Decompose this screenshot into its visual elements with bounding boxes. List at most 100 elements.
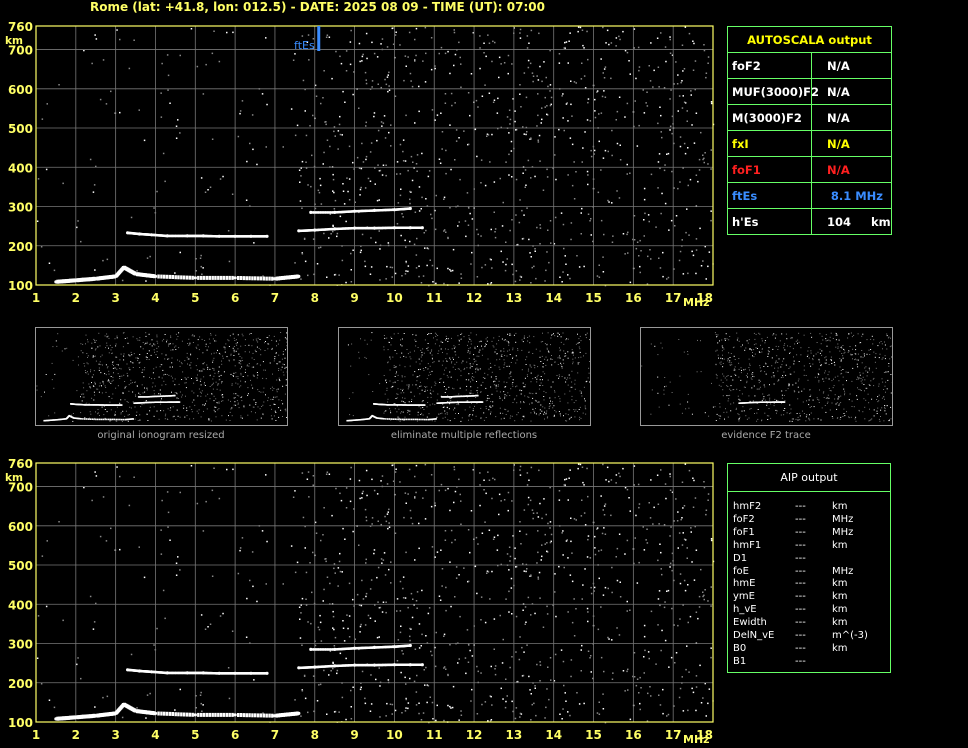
trace-point [87,418,90,420]
autoscala-value: N/A [811,156,892,183]
trace-point [228,275,231,280]
trace-point [171,712,174,716]
x-tick-label: 17 [665,291,682,305]
trace-point [477,394,479,397]
trace-point [399,418,402,421]
trace-point [182,712,186,717]
x-tick-label: 10 [386,291,403,305]
noise-layer [36,26,715,287]
trace-point [219,712,223,717]
x-tick-label: 5 [191,291,199,305]
thumbnail-eliminate [338,327,591,426]
trace-point [265,234,269,238]
trace-point [254,713,257,718]
x-tick-label: 9 [350,291,358,305]
aip-unit: km [832,578,848,590]
x-tick-label: 9 [350,728,358,742]
y-tick-label: 300 [8,201,33,215]
trace-point [268,713,271,718]
trace-point [416,418,419,421]
trace-point [104,418,106,421]
trace-point [265,276,268,281]
trace-point [174,275,177,280]
trace-point [425,418,428,421]
aip-label: foF1 [733,526,755,538]
trace-point [178,401,181,403]
autoscala-value: N/A [811,104,892,131]
trace-point [89,418,92,420]
x-tick-label: 16 [625,291,642,305]
trace-point [200,712,203,717]
x-tick-label: 8 [311,728,319,742]
y-tick-label: 400 [8,161,33,175]
x-tick-label: 7 [271,291,279,305]
trace-point [387,418,389,420]
x-tick-label: 17 [665,728,682,742]
trace-point [98,418,101,421]
x-axis-label: MHz [683,733,710,746]
trace-point [222,712,226,717]
x-tick-label: 3 [111,728,119,742]
x-tick-label: 1 [32,728,40,742]
thumbnail-caption: original ionogram resized [97,430,225,441]
trace-point [109,418,112,421]
trace-point [122,418,125,421]
aip-value: --- [795,565,806,577]
y-tick-label: 600 [8,520,33,534]
aip-unit: km [832,539,848,551]
aip-label: foF2 [733,513,755,525]
autoscala-value: N/A [811,52,892,79]
trace-series [54,702,301,721]
trace-point [82,418,84,420]
x-tick-label: 12 [466,291,483,305]
autoscala-label: fxI [727,130,812,157]
autoscala-label: M(3000)F2 [727,104,812,131]
trace-point [117,418,119,421]
trace-point [153,711,158,715]
trace-point [414,418,417,421]
trace-point [233,713,237,717]
autoscala-value: N/A [811,130,892,157]
trace-point [262,276,266,281]
x-tick-label: 11 [426,728,443,742]
y-tick-label: 300 [8,638,33,652]
trace-series [126,231,269,238]
y-axis-label: km [5,472,23,484]
autoscala-label: ftEs [727,182,812,209]
trace-point [228,712,231,717]
trace-point [163,274,166,279]
trace-point [113,418,116,421]
trace-point [271,276,274,281]
trace-point [177,275,180,280]
aip-label: hmF2 [733,501,762,512]
trace-point [420,663,424,667]
x-tick-label: 4 [151,291,159,305]
trace-point [297,711,301,715]
trace-point [233,276,237,280]
x-tick-label: 5 [191,728,199,742]
trace-point [265,713,268,718]
trace-point [163,711,166,716]
trace-point [202,712,206,717]
x-tick-label: 12 [466,728,483,742]
trace-series [297,663,424,670]
aip-value: --- [795,630,806,641]
trace-point [248,713,251,718]
trace-point [168,274,172,279]
trace-point [188,275,192,280]
y-tick-label: 500 [8,122,33,136]
x-tick-label: 8 [311,291,319,305]
trace-point [157,711,160,716]
trace-point [106,418,108,421]
trace-point [119,418,121,421]
trace-point [171,275,174,279]
trace-point [222,275,226,280]
trace-point [85,418,88,420]
trace-point [256,276,260,281]
trace-point [407,418,409,421]
trace-point [165,274,169,279]
trace-point [409,418,411,421]
autoscala-label: foF2 [727,52,812,79]
ftes-annotation: ftEs [294,39,315,52]
autoscala-value: N/A [811,78,892,105]
